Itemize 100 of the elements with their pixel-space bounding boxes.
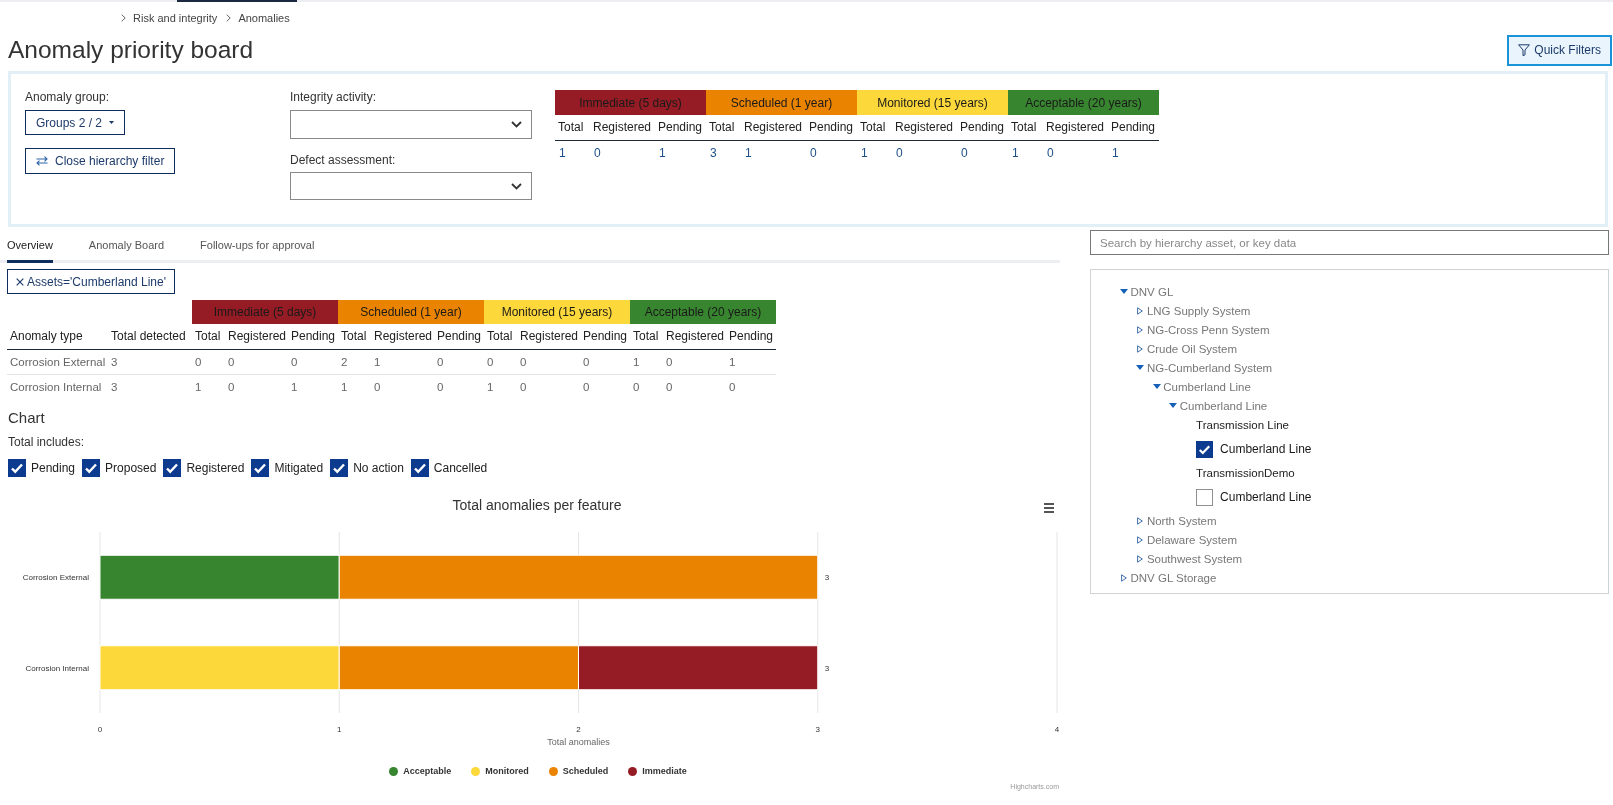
count-value: 1	[857, 140, 892, 166]
tick-label: 3	[815, 725, 820, 734]
table-cell: 0	[517, 374, 580, 399]
tree-item[interactable]: Cumberland Line	[1179, 399, 1268, 412]
checkbox[interactable]	[1196, 440, 1214, 458]
caret-right-icon[interactable]	[1137, 306, 1144, 315]
caret-right-icon[interactable]	[1137, 325, 1144, 334]
legend-marker-icon[interactable]	[471, 766, 481, 776]
tree-item[interactable]: DNV GL Storage	[1130, 571, 1217, 584]
tab[interactable]: Follow-ups for approval	[200, 233, 315, 263]
caret-down-icon[interactable]	[1120, 289, 1128, 294]
table-cell: 0	[580, 374, 630, 399]
field-label: Defect assessment:	[290, 153, 397, 167]
legend-label[interactable]: Scheduled	[562, 766, 609, 776]
tick-label: 4	[1054, 725, 1060, 734]
column-header: Total detected	[108, 324, 192, 349]
filter-chip[interactable]: Assets='Cumberland Line'	[7, 269, 175, 294]
table-cell: 0	[225, 374, 288, 399]
tree-item[interactable]: NG-Cumberland System	[1146, 361, 1273, 374]
legend-label[interactable]: Acceptable	[403, 766, 452, 776]
checkbox-label[interactable]: Registered	[186, 461, 245, 475]
field-label: Integrity activity:	[290, 90, 378, 104]
tree-item[interactable]: North System	[1146, 514, 1217, 527]
tree-item[interactable]: Cumberland Line	[1163, 380, 1251, 393]
checkbox-label[interactable]: Pending	[31, 461, 76, 475]
checkbox-label[interactable]: Mitigated	[274, 461, 324, 475]
column-header: Anomaly type	[7, 324, 108, 349]
checkbox[interactable]	[251, 459, 270, 477]
checkbox-label[interactable]: No action	[353, 461, 404, 475]
checkbox[interactable]	[163, 459, 182, 477]
checkbox-label[interactable]: Cancelled	[433, 461, 488, 475]
tree-item[interactable]: LNG Supply System	[1146, 304, 1251, 317]
column-header: Registered	[371, 324, 434, 349]
column-header: Pending	[288, 324, 338, 349]
legend-label[interactable]: Monitored	[485, 766, 529, 776]
chevron-right-icon	[121, 14, 126, 22]
checkbox-label[interactable]: Cumberland Line	[1220, 490, 1312, 504]
tree-item[interactable]: Crude Oil System	[1146, 342, 1237, 355]
close-hierarchy-filter-button[interactable]: Close hierarchy filter	[25, 148, 176, 174]
tick-label: 2	[576, 725, 581, 734]
breadcrumb-link[interactable]: Anomalies	[238, 12, 290, 24]
count-value: 1	[1008, 140, 1043, 166]
filter-icon	[1518, 44, 1531, 56]
chevron-right-icon	[226, 14, 232, 22]
group-heading: Transmission Line	[1196, 419, 1289, 431]
search-field[interactable]: Search by hierarchy asset, or key data	[1090, 230, 1609, 255]
legend-marker-icon[interactable]	[548, 766, 558, 776]
caret-right-icon[interactable]	[1137, 344, 1144, 353]
priority-header: Scheduled (1 year)	[706, 90, 857, 115]
caret-down-icon[interactable]	[1169, 403, 1178, 408]
tab[interactable]: Overview	[7, 233, 53, 263]
table-cell: 0	[371, 374, 434, 399]
checkbox[interactable]	[8, 459, 26, 477]
chart-title: Total anomalies per feature	[452, 497, 622, 513]
breadcrumb-link[interactable]: Risk and integrity	[133, 12, 218, 24]
table-cell: 0	[580, 349, 630, 374]
tab[interactable]: Anomaly Board	[88, 233, 165, 263]
caret-right-icon[interactable]	[1137, 516, 1144, 525]
checkbox[interactable]	[410, 459, 429, 477]
caret-right-icon[interactable]	[1121, 573, 1127, 582]
column-header: Registered	[1043, 115, 1108, 140]
table-cell: Corrosion Internal	[7, 374, 108, 399]
caret-down-icon	[109, 121, 115, 124]
priority-header: Monitored (15 years)	[857, 90, 1008, 115]
table-cell: 0	[517, 349, 580, 374]
legend-marker-icon[interactable]	[389, 766, 399, 776]
menu-icon[interactable]	[1044, 503, 1054, 513]
table-cell: 3	[108, 349, 192, 374]
legend-marker-icon[interactable]	[628, 766, 638, 776]
legend-label[interactable]: Immediate	[642, 766, 687, 776]
table-cell: 0	[434, 374, 484, 399]
stack-total-label: 3	[824, 573, 830, 583]
checkbox-label[interactable]: Cumberland Line	[1220, 442, 1312, 456]
count-value: 1	[655, 140, 706, 166]
caret-down-icon[interactable]	[1136, 365, 1145, 370]
tree-item[interactable]: DNV GL	[1130, 285, 1174, 298]
dropdown-field[interactable]	[290, 172, 532, 200]
quick-filters-button[interactable]: Quick Filters	[1507, 34, 1612, 66]
checkbox[interactable]	[82, 459, 101, 477]
group-heading: TransmissionDemo	[1196, 467, 1295, 479]
tree-item[interactable]: Southwest System	[1146, 552, 1243, 565]
tick-label: 1	[337, 725, 342, 734]
tree-item[interactable]: NG-Cross Penn System	[1146, 323, 1270, 336]
column-header: Pending	[806, 115, 857, 140]
page-title: Anomaly priority board	[8, 36, 254, 64]
caret-down-icon[interactable]	[1152, 384, 1161, 389]
close-icon[interactable]	[16, 277, 24, 286]
count-value: 1	[741, 140, 806, 166]
table-cell: 1	[371, 349, 434, 374]
tree-item[interactable]: Delaware System	[1146, 533, 1237, 546]
dropdown-field[interactable]	[290, 110, 532, 139]
caret-right-icon[interactable]	[1137, 554, 1144, 563]
table-cell: 1	[288, 374, 338, 399]
table-cell: 1	[726, 349, 776, 374]
checkbox-label[interactable]: Proposed	[105, 461, 157, 475]
table-cell: 1	[484, 374, 517, 399]
checkbox[interactable]	[1196, 488, 1214, 506]
caret-right-icon[interactable]	[1137, 535, 1144, 544]
checkbox[interactable]	[330, 459, 349, 477]
groups-dropdown-button[interactable]: Groups 2 / 2	[25, 110, 126, 135]
